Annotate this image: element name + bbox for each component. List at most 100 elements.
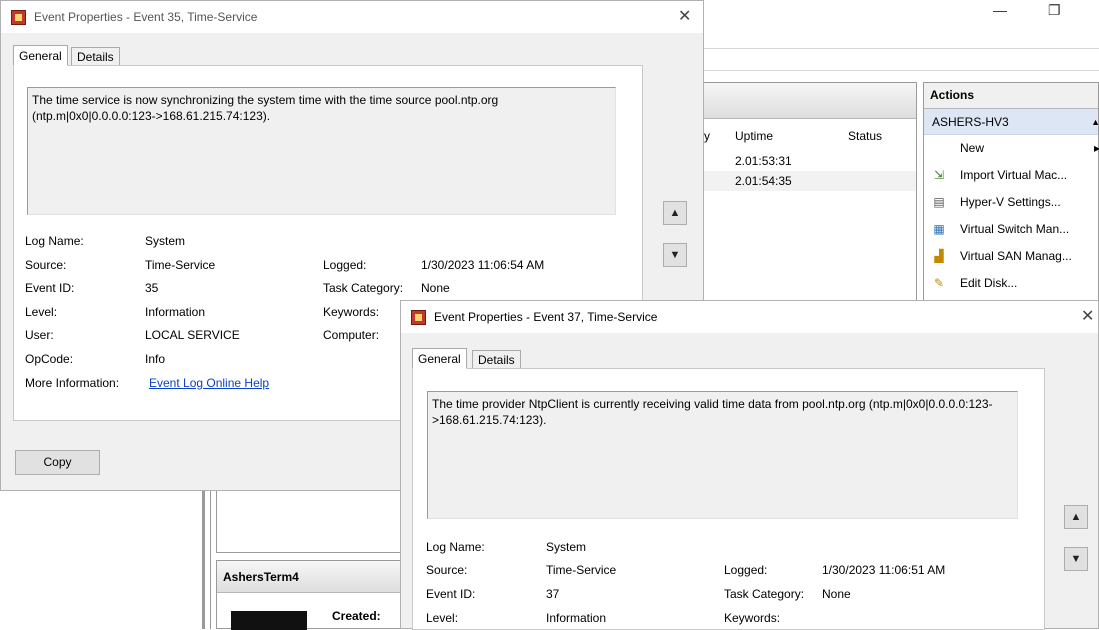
column-header-uptime[interactable]: Uptime — [735, 129, 773, 143]
task-category-value: None — [822, 587, 851, 601]
computer-label: Computer: — [323, 328, 380, 342]
opcode-label: OpCode: — [25, 352, 74, 366]
copy-button[interactable]: Copy — [15, 450, 100, 475]
opcode-value: Info — [145, 352, 166, 366]
dialog-title: Event Properties - Event 35, Time-Servic… — [34, 10, 258, 24]
task-category-label: Task Category: — [724, 587, 805, 601]
logged-value: 1/30/2023 11:06:51 AM — [822, 563, 946, 577]
event-description[interactable]: The time provider NtpClient is currently… — [427, 391, 1018, 519]
column-header-state[interactable]: y — [704, 129, 710, 143]
vm-row[interactable]: 2.01:54:35 — [704, 171, 916, 191]
virtual-machines-panel: y Uptime Status 2.01:53:31 2.01:54:35 — [703, 82, 917, 312]
settings-icon: ▤ — [933, 195, 945, 209]
tab-details[interactable]: Details — [472, 350, 521, 369]
panel-header — [704, 83, 916, 119]
log-name-value: System — [546, 540, 587, 554]
minimize-button[interactable]: — — [993, 2, 1007, 18]
vm-column-headers: y Uptime Status — [704, 127, 916, 147]
divider — [703, 48, 1099, 49]
event-id-value: 37 — [546, 587, 560, 601]
restore-button[interactable]: ❐ — [1048, 2, 1061, 19]
keywords-label: Keywords: — [724, 611, 781, 625]
submenu-arrow-icon: ▸ — [1093, 141, 1099, 155]
column-header-status[interactable]: Status — [848, 129, 882, 143]
event-description[interactable]: The time service is now synchronizing th… — [27, 87, 616, 215]
san-icon: ▟ — [934, 249, 944, 263]
action-virtual-san-manager[interactable]: ▟ Virtual SAN Manag... — [924, 243, 1098, 270]
actions-title: Actions — [924, 83, 1098, 109]
event-id-label: Event ID: — [426, 587, 476, 601]
checkpoints-panel — [216, 490, 406, 553]
created-label: Created: — [332, 609, 381, 623]
arrow-down-icon: ▼ — [1070, 553, 1082, 565]
tab-general[interactable]: General — [13, 45, 68, 66]
source-value: Time-Service — [145, 258, 216, 272]
event-log-online-help-link[interactable]: Event Log Online Help — [149, 376, 269, 390]
import-icon: ⇲ — [933, 168, 945, 182]
event-viewer-icon — [411, 310, 426, 325]
close-icon[interactable]: ✕ — [1081, 306, 1094, 326]
switch-icon: ▦ — [933, 222, 945, 236]
level-label: Level: — [25, 305, 58, 319]
close-icon[interactable]: ✕ — [678, 6, 691, 26]
user-value: LOCAL SERVICE — [145, 328, 240, 342]
level-value: Information — [546, 611, 607, 625]
arrow-down-icon: ▼ — [669, 249, 681, 261]
previous-event-button[interactable]: ▲ — [1064, 505, 1088, 529]
hyperv-titlebar: — ❐ — [703, 0, 1099, 48]
actions-pane: Actions ASHERS-HV3 ▲ New ▸ ⇲ Import Virt… — [923, 82, 1099, 312]
event-viewer-icon — [11, 10, 26, 25]
action-label: New — [960, 141, 985, 155]
previous-event-button[interactable]: ▲ — [663, 201, 687, 225]
edit-disk-icon: ✎ — [933, 276, 945, 290]
source-value: Time-Service — [546, 563, 617, 577]
action-label: Import Virtual Mac... — [960, 168, 1068, 182]
tab-general[interactable]: General — [412, 348, 467, 369]
action-virtual-switch-manager[interactable]: ▦ Virtual Switch Man... — [924, 216, 1098, 243]
action-new[interactable]: New ▸ — [924, 135, 1099, 162]
next-event-button[interactable]: ▼ — [1064, 547, 1088, 571]
logged-value: 1/30/2023 11:06:54 AM — [421, 258, 545, 272]
host-name: ASHERS-HV3 — [932, 115, 1009, 129]
logged-label: Logged: — [323, 258, 367, 272]
action-import-virtual-machine[interactable]: ⇲ Import Virtual Mac... — [924, 162, 1098, 189]
arrow-up-icon: ▲ — [669, 207, 681, 219]
arrow-up-icon: ▲ — [1070, 511, 1082, 523]
more-information-label: More Information: — [25, 376, 120, 390]
level-value: Information — [145, 305, 206, 319]
logged-label: Logged: — [724, 563, 768, 577]
source-label: Source: — [25, 258, 67, 272]
keywords-label: Keywords: — [323, 305, 380, 319]
action-label: Virtual SAN Manag... — [960, 249, 1072, 263]
source-label: Source: — [426, 563, 468, 577]
log-name-label: Log Name: — [25, 234, 84, 248]
event-properties-dialog-37: Event Properties - Event 37, Time-Servic… — [400, 300, 1099, 630]
pane-border — [210, 490, 211, 629]
user-label: User: — [25, 328, 54, 342]
task-category-label: Task Category: — [323, 281, 404, 295]
action-edit-disk[interactable]: ✎ Edit Disk... — [924, 270, 1098, 297]
action-label: Hyper-V Settings... — [960, 195, 1061, 209]
action-label: Virtual Switch Man... — [960, 222, 1070, 236]
log-name-value: System — [145, 234, 186, 248]
actions-host-header[interactable]: ASHERS-HV3 ▲ — [924, 109, 1099, 135]
task-category-value: None — [421, 281, 450, 295]
collapse-arrow-icon[interactable]: ▲ — [1091, 117, 1099, 127]
action-hyperv-settings[interactable]: ▤ Hyper-V Settings... — [924, 189, 1098, 216]
tab-details[interactable]: Details — [71, 47, 120, 66]
event-id-value: 35 — [145, 281, 159, 295]
action-label: Edit Disk... — [960, 276, 1018, 290]
tab-panel-general: The time provider NtpClient is currently… — [412, 368, 1045, 630]
dialog-title: Event Properties - Event 37, Time-Servic… — [434, 310, 658, 324]
vm-thumbnail[interactable] — [231, 611, 307, 630]
log-name-label: Log Name: — [426, 540, 485, 554]
vm-details-title: AshersTerm4 — [217, 561, 405, 593]
vm-uptime: 2.01:53:31 — [735, 154, 792, 168]
vm-details-panel: AshersTerm4 Created: — [216, 560, 406, 630]
event-id-label: Event ID: — [25, 281, 75, 295]
pane-border — [202, 490, 205, 629]
dialog-titlebar: Event Properties - Event 37, Time-Servic… — [401, 301, 1098, 333]
vm-row[interactable]: 2.01:53:31 — [704, 151, 916, 171]
next-event-button[interactable]: ▼ — [663, 243, 687, 267]
level-label: Level: — [426, 611, 459, 625]
